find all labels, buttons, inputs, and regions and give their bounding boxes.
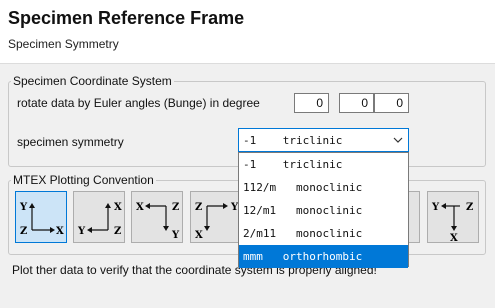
specimen-symmetry-select[interactable]: -1 triclinic [238, 128, 409, 152]
axis-label-x: X [114, 202, 122, 213]
convention-button-y-west[interactable]: X Z Y [73, 191, 125, 243]
symmetry-dropdown-list: -1 triclinic 112/m monoclinic 12/m1 mono… [238, 152, 409, 268]
euler-Phi-input[interactable] [339, 93, 374, 113]
axis-label-z: Z [20, 226, 27, 237]
symmetry-option-mmm[interactable]: mmm orthorhombic [239, 245, 408, 268]
axes-x-east-icon: Y X Z [19, 202, 64, 237]
selected-symmetry-value: -1 triclinic [243, 134, 343, 147]
page-header: Specimen Reference Frame Specimen Symmet… [0, 0, 495, 64]
axis-label-z: Z [466, 202, 473, 213]
convention-button-x-north[interactable]: X Z Y [131, 191, 183, 243]
symmetry-option-triclinic[interactable]: -1 triclinic [239, 153, 408, 176]
coordinate-system-legend: Specimen Coordinate System [13, 74, 172, 88]
axes-x-north-icon: X Z Y [136, 202, 180, 241]
euler-phi1-input[interactable] [294, 93, 329, 113]
symmetry-option-2m11[interactable]: 2/m11 monoclinic [239, 222, 408, 245]
axes-y-west-icon: X Z Y [77, 202, 122, 237]
axis-label-y: Y [77, 226, 86, 237]
axis-label-x: X [450, 233, 458, 244]
specimen-symmetry-label: specimen symmetry [17, 135, 124, 149]
convention-button-z-north[interactable]: Z Y X [190, 191, 242, 243]
plotting-convention-legend: MTEX Plotting Convention [13, 173, 154, 187]
axis-label-z: Z [195, 202, 202, 213]
chevron-down-icon [393, 137, 403, 143]
symmetry-option-12m1[interactable]: 12/m1 monoclinic [239, 199, 408, 222]
axis-label-z: Z [172, 202, 179, 213]
axes-z-north-icon: Z Y X [195, 202, 239, 241]
euler-angles-label: rotate data by Euler angles (Bunge) in d… [17, 96, 260, 110]
axis-label-x: X [195, 230, 203, 241]
convention-button-x-east[interactable]: Y X Z [15, 191, 67, 243]
axis-label-y: Y [431, 202, 440, 213]
page-title: Specimen Reference Frame [8, 8, 245, 28]
axis-label-x: X [56, 226, 64, 237]
page-subtitle: Specimen Symmetry [8, 37, 119, 51]
convention-button-x-west[interactable]: Y Z X [427, 191, 479, 244]
axes-x-west-icon: Y Z X [431, 202, 473, 244]
symmetry-option-112m[interactable]: 112/m monoclinic [239, 176, 408, 199]
euler-phi2-input[interactable] [374, 93, 409, 113]
axis-label-x: X [136, 202, 144, 213]
axis-label-z: Z [114, 226, 121, 237]
axis-label-y: Y [171, 230, 180, 241]
axis-label-y: Y [19, 202, 28, 213]
